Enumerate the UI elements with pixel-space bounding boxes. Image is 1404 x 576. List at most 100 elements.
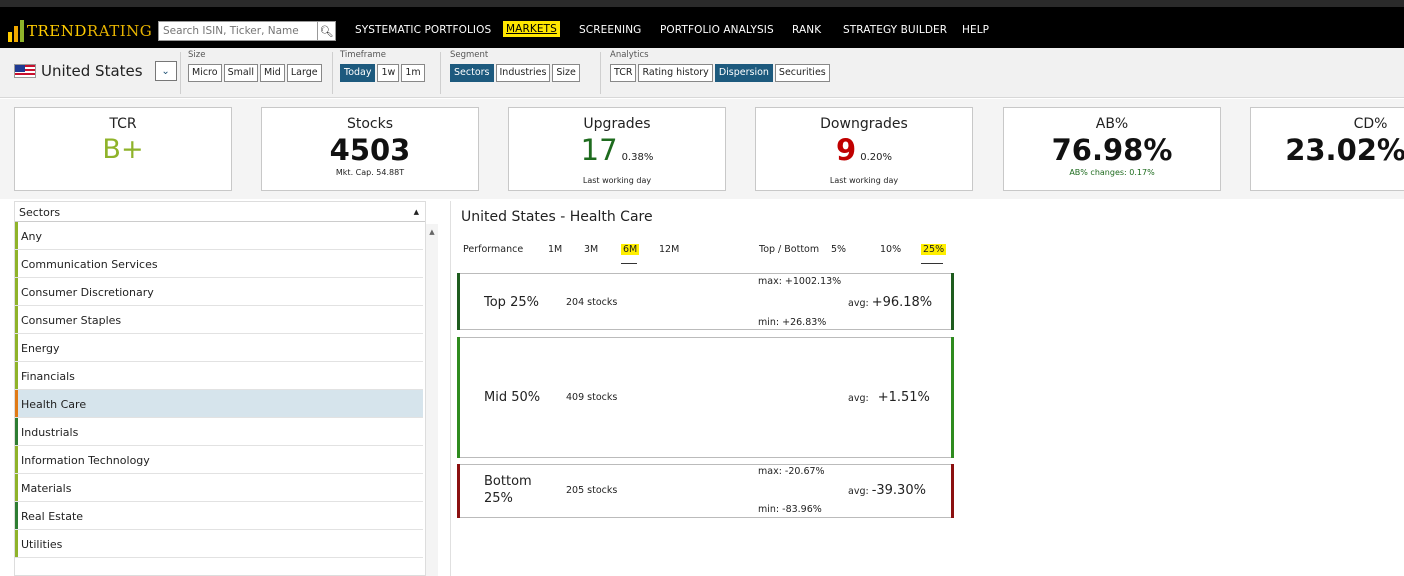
performance-3m[interactable]: 3M	[584, 244, 598, 255]
downgrades-sub: Last working day	[829, 176, 899, 185]
tcr-title: TCR	[109, 116, 137, 132]
sector-materials[interactable]: Materials	[15, 474, 423, 502]
bottom-bucket-avg-label: avg:	[848, 486, 869, 497]
timeframe-group: Timeframe Today 1w 1m	[340, 50, 425, 82]
logo-text-trend: TREND	[27, 22, 87, 40]
bottom-bucket-name-1: Bottom	[484, 474, 532, 489]
bottom-bucket-min: min: -83.96%	[758, 504, 822, 515]
timeframe-1m-button[interactable]: 1m	[401, 64, 425, 82]
segment-label: Segment	[450, 50, 489, 60]
filter-toolbar: United States ⌄ Size Micro Small Mid Lar…	[0, 48, 1404, 98]
sector-health-care[interactable]: Health Care	[15, 390, 423, 418]
downgrades-title: Downgrades	[820, 116, 908, 132]
nav-strategy-builder[interactable]: STRATEGY BUILDER	[843, 24, 947, 36]
segment-industries-button[interactable]: Industries	[495, 64, 551, 82]
top-nav-bar: TRENDRATING 🔍︎ SYSTEMATIC PORTFOLIOS MAR…	[0, 0, 1404, 48]
ab-card: AB% 76.98% AB% changes: 0.17%	[1003, 107, 1221, 191]
analytics-label: Analytics	[610, 50, 649, 60]
size-small-button[interactable]: Small	[223, 64, 258, 82]
size-micro-button[interactable]: Micro	[188, 64, 222, 82]
top-bottom-25[interactable]: 25%	[921, 244, 947, 255]
nav-systematic-portfolios[interactable]: SYSTEMATIC PORTFOLIOS	[355, 24, 491, 36]
nav-screening[interactable]: SCREENING	[579, 24, 641, 36]
size-group: Size Micro Small Mid Large	[188, 50, 322, 82]
sectors-header-label: Sectors	[19, 206, 61, 219]
bottom-bucket-count: 205 stocks	[566, 485, 618, 496]
top-bucket-max: max: +1002.13%	[758, 276, 842, 287]
ab-value: 76.98%	[1051, 133, 1173, 167]
sectors-header[interactable]: Sectors ▲	[15, 202, 425, 222]
upgrades-value: 17	[580, 133, 618, 167]
search-input[interactable]	[159, 22, 317, 40]
scroll-up-icon[interactable]: ▲	[426, 228, 438, 236]
size-mid-button[interactable]: Mid	[259, 64, 285, 82]
nav-portfolio-analysis[interactable]: PORTFOLIO ANALYSIS	[660, 24, 774, 36]
top-bucket-avg: +96.18%	[871, 295, 933, 310]
tcr-value: B+	[102, 134, 144, 165]
cd-title: CD%	[1353, 116, 1388, 132]
top-bucket-count: 204 stocks	[566, 297, 618, 308]
upgrades-title: Upgrades	[583, 116, 651, 132]
sector-any[interactable]: Any	[15, 222, 423, 250]
top-bottom-10[interactable]: 10%	[880, 244, 901, 255]
sector-utilities[interactable]: Utilities	[15, 530, 423, 558]
search-icon[interactable]: 🔍︎	[317, 22, 335, 40]
performance-6m[interactable]: 6M	[621, 244, 640, 255]
cd-value: 23.02%	[1285, 133, 1404, 167]
nav-help[interactable]: HELP	[962, 24, 989, 36]
top-bucket-avg-label: avg:	[848, 298, 869, 309]
size-large-button[interactable]: Large	[286, 64, 322, 82]
dispersion-title: United States - Health Care	[461, 209, 653, 225]
country-selector[interactable]: United States ⌄	[14, 61, 177, 81]
sector-consumer-staples[interactable]: Consumer Staples	[15, 306, 423, 334]
chevron-down-icon[interactable]: ⌄	[154, 61, 177, 81]
timeframe-1w-button[interactable]: 1w	[377, 64, 400, 82]
analytics-tcr-button[interactable]: TCR	[610, 64, 637, 82]
sector-energy[interactable]: Energy	[15, 334, 423, 362]
segment-size-button[interactable]: Size	[552, 64, 580, 82]
sector-real-estate[interactable]: Real Estate	[15, 502, 423, 530]
performance-1m[interactable]: 1M	[548, 244, 562, 255]
sector-consumer-discretionary[interactable]: Consumer Discretionary	[15, 278, 423, 306]
kpi-strip: TCR B+ Stocks 4503 Mkt. Cap. 54.88T Upgr…	[0, 99, 1404, 199]
analytics-securities-button[interactable]: Securities	[774, 64, 830, 82]
dispersion-panel: United States - Health Care Performance …	[450, 201, 1404, 576]
cd-card: CD% 23.02%	[1250, 107, 1404, 191]
mid-bucket: Mid 50% 409 stocks avg: +1.51%	[457, 337, 954, 458]
nav-rank[interactable]: RANK	[792, 24, 821, 36]
segment-sectors-button[interactable]: Sectors	[450, 64, 494, 82]
downgrades-card: Downgrades 9 0.20% Last working day	[755, 107, 973, 191]
nav-markets[interactable]: MARKETS	[503, 21, 560, 37]
timeframe-today-button[interactable]: Today	[340, 64, 376, 82]
sector-industrials[interactable]: Industrials	[15, 418, 423, 446]
ab-title: AB%	[1095, 116, 1129, 132]
stocks-market-cap: Mkt. Cap. 54.88T	[335, 168, 405, 177]
performance-12m[interactable]: 12M	[659, 244, 679, 255]
downgrades-value: 9	[836, 133, 857, 167]
bottom-bucket: Bottom 25% 205 stocks max: -20.67% min: -…	[457, 464, 954, 518]
performance-label: Performance	[463, 244, 524, 255]
analytics-dispersion-button[interactable]: Dispersion	[714, 64, 773, 82]
upgrades-sub: Last working day	[582, 176, 652, 185]
sector-information-technology[interactable]: Information Technology	[15, 446, 423, 474]
stocks-title: Stocks	[346, 116, 394, 132]
country-name: United States	[41, 62, 143, 80]
sort-arrow-icon[interactable]: ▲	[414, 208, 419, 216]
upgrades-card: Upgrades 17 0.38% Last working day	[508, 107, 726, 191]
analytics-group: Analytics TCR Rating history Dispersion …	[610, 50, 830, 82]
stocks-value: 4503	[329, 133, 411, 167]
sector-communication-services[interactable]: Communication Services	[15, 250, 423, 278]
sector-financials[interactable]: Financials	[15, 362, 423, 390]
downgrades-pct: 0.20%	[860, 152, 892, 163]
segment-group: Segment Sectors Industries Size	[450, 50, 580, 82]
analytics-rating-history-button[interactable]: Rating history	[638, 64, 713, 82]
stocks-card: Stocks 4503 Mkt. Cap. 54.88T	[261, 107, 479, 191]
logo-bars-icon	[8, 20, 24, 42]
mid-bucket-avg: +1.51%	[877, 390, 930, 405]
trendrating-logo[interactable]: TRENDRATING	[8, 17, 152, 45]
bottom-bucket-avg: -39.30%	[871, 483, 926, 498]
top-bottom-5[interactable]: 5%	[831, 244, 846, 255]
top-bottom-label: Top / Bottom	[759, 244, 820, 255]
sectors-scrollbar[interactable]: ▲	[426, 224, 438, 576]
search-box: 🔍︎	[158, 21, 336, 41]
